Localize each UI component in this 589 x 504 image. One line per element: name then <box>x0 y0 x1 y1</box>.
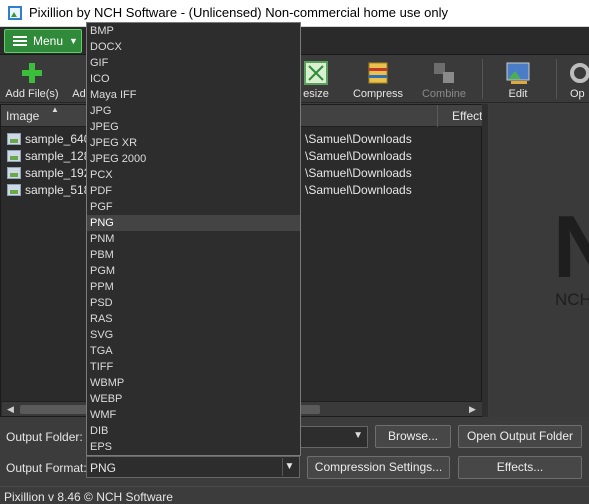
resize-icon <box>304 61 328 85</box>
output-folder-label: Output Folder: <box>6 430 83 444</box>
output-format-label: Output Format: <box>6 461 87 475</box>
format-option[interactable]: PSD <box>87 295 300 311</box>
file-path: \Samuel\Downloads <box>305 183 412 197</box>
format-option[interactable]: PNM <box>87 231 300 247</box>
format-option[interactable]: WEBP <box>87 391 300 407</box>
compress-label: Compress <box>352 88 404 100</box>
format-option[interactable]: GIF <box>87 55 300 71</box>
format-option[interactable]: TGA <box>87 343 300 359</box>
format-option[interactable]: PNG <box>87 215 300 231</box>
effects-button[interactable]: Effects... <box>458 456 582 479</box>
output-folder-combo[interactable]: ▼ <box>300 426 368 448</box>
format-option[interactable]: JPEG 2000 <box>87 151 300 167</box>
column-image[interactable]: Image <box>6 109 39 123</box>
image-file-icon <box>7 167 21 179</box>
add-plus-icon <box>22 63 42 83</box>
brand-panel: N NCH <box>489 104 589 417</box>
format-option[interactable]: ICO <box>87 71 300 87</box>
add-files-button[interactable]: Add File(s) <box>2 55 62 103</box>
image-file-icon <box>7 184 21 196</box>
format-option[interactable]: PBM <box>87 247 300 263</box>
format-option[interactable]: JPEG XR <box>87 135 300 151</box>
scroll-right-icon[interactable]: ▶ <box>469 404 476 415</box>
format-option[interactable]: EPS <box>87 439 300 455</box>
menu-button[interactable]: Menu ▼ <box>4 29 82 53</box>
format-option[interactable]: PCX <box>87 167 300 183</box>
browse-button[interactable]: Browse... <box>375 425 451 448</box>
combine-label: Combine <box>421 88 467 100</box>
output-format-value: PNG <box>90 461 117 475</box>
open-output-folder-button[interactable]: Open Output Folder <box>458 425 582 448</box>
image-file-icon <box>7 133 21 145</box>
nch-logo-letter: N <box>553 197 589 296</box>
format-option[interactable]: PGM <box>87 263 300 279</box>
splitter[interactable] <box>482 104 488 417</box>
status-text: Pixillion v 8.46 © NCH Software <box>4 490 173 504</box>
add-files-label: Add File(s) <box>5 88 59 100</box>
output-format-select[interactable]: PNG ▼ <box>86 456 300 478</box>
menu-button-label: Menu <box>33 34 64 48</box>
format-option[interactable]: DIB <box>87 423 300 439</box>
nch-logo-text: NCH <box>555 290 589 309</box>
options-button[interactable]: Op <box>566 55 589 103</box>
format-option[interactable]: WBMP <box>87 375 300 391</box>
format-option[interactable]: PGF <box>87 199 300 215</box>
file-path: \Samuel\Downloads <box>305 132 412 146</box>
image-file-icon <box>7 150 21 162</box>
sort-ascending-icon: ▲ <box>51 105 59 114</box>
edit-label: Edit <box>508 88 528 100</box>
hamburger-icon <box>13 36 27 47</box>
compress-icon <box>368 62 388 84</box>
format-option[interactable]: DOCX <box>87 39 300 55</box>
format-option[interactable]: JPG <box>87 103 300 119</box>
options-icon <box>570 63 589 83</box>
toolbar-divider <box>556 59 557 99</box>
resize-button[interactable]: esize <box>296 55 336 103</box>
format-option[interactable]: PPM <box>87 279 300 295</box>
format-option[interactable]: WMF <box>87 407 300 423</box>
compress-button[interactable]: Compress <box>350 55 406 103</box>
resize-label: esize <box>303 88 329 100</box>
format-option[interactable]: TIFF <box>87 359 300 375</box>
chevron-down-icon: ▼ <box>69 36 78 46</box>
format-option[interactable]: Maya IFF <box>87 87 300 103</box>
edit-icon <box>506 62 530 84</box>
edit-button[interactable]: Edit <box>496 55 540 103</box>
compression-settings-button[interactable]: Compression Settings... <box>307 456 450 479</box>
chevron-down-icon[interactable]: ▼ <box>353 430 363 441</box>
format-option[interactable]: BMP <box>87 23 300 39</box>
format-option[interactable]: JPEG <box>87 119 300 135</box>
combine-button[interactable]: Combine <box>418 55 470 103</box>
window-title: Pixillion by NCH Software - (Unlicensed)… <box>29 5 449 20</box>
scroll-left-icon[interactable]: ◀ <box>7 404 14 415</box>
status-bar: Pixillion v 8.46 © NCH Software <box>0 486 589 504</box>
combine-icon <box>434 63 454 83</box>
toolbar-divider <box>482 59 483 99</box>
column-divider[interactable] <box>437 105 438 127</box>
file-path: \Samuel\Downloads <box>305 166 412 180</box>
pixillion-logo-icon <box>8 6 22 20</box>
file-path: \Samuel\Downloads <box>305 149 412 163</box>
format-option[interactable]: SVG <box>87 327 300 343</box>
format-option[interactable]: RAS <box>87 311 300 327</box>
column-effect[interactable]: Effect <box>452 109 482 123</box>
format-dropdown-list[interactable]: BMP DOCX GIF ICO Maya IFF JPG JPEG JPEG XR JPEG … <box>86 22 301 456</box>
chevron-down-icon[interactable]: ▼ <box>282 458 296 476</box>
options-label: Op <box>570 88 585 100</box>
format-option[interactable]: PDF <box>87 183 300 199</box>
